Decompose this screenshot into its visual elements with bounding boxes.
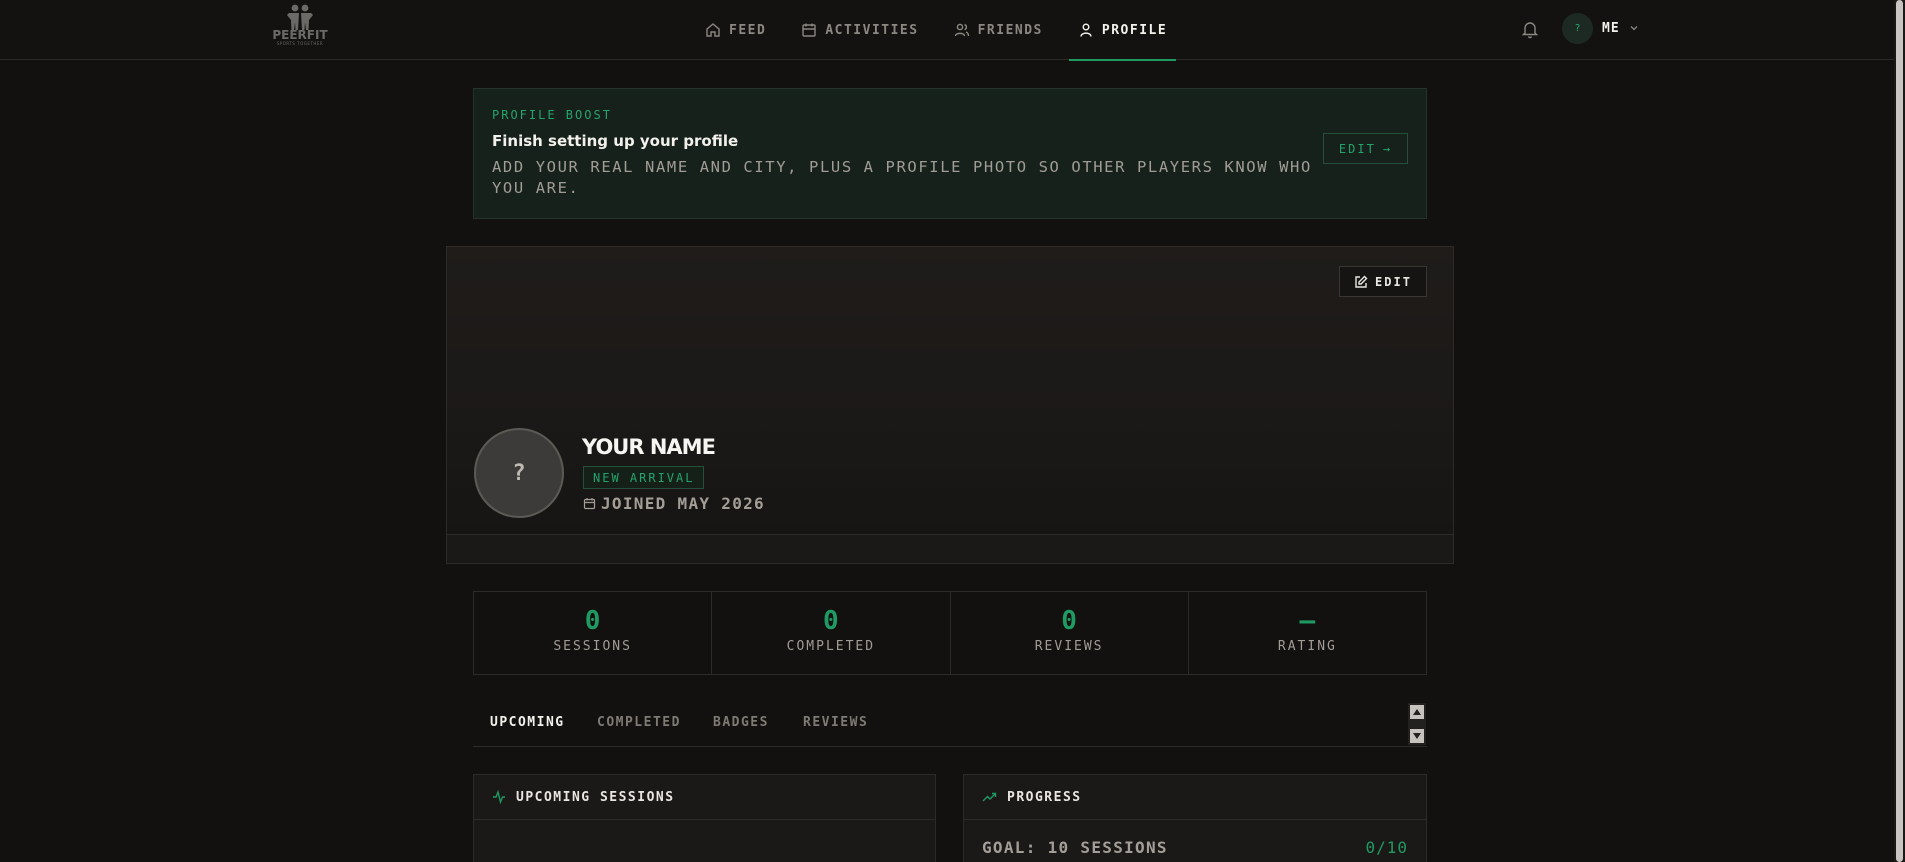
stat-sessions: 0 SESSIONS bbox=[474, 592, 713, 674]
notifications-bell-icon[interactable] bbox=[1519, 18, 1541, 40]
profile-avatar[interactable]: ? bbox=[474, 428, 564, 518]
triangle-up-icon bbox=[1413, 709, 1421, 715]
joined-date: JOINED MAY 2026 bbox=[583, 494, 765, 513]
tab-badges[interactable]: BADGES bbox=[713, 715, 769, 730]
stat-value: 0 bbox=[584, 606, 601, 636]
edit-profile-button[interactable]: EDIT bbox=[1339, 266, 1427, 297]
stat-value: 0 bbox=[1061, 606, 1077, 636]
logo-tagline: SPORTS TOGETHER bbox=[276, 41, 324, 46]
tab-completed[interactable]: COMPLETED bbox=[597, 715, 681, 730]
nav-item-profile[interactable]: PROFILE bbox=[1068, 0, 1177, 61]
page-scrollbar[interactable] bbox=[1894, 0, 1905, 862]
nav-label: FEED bbox=[729, 22, 767, 38]
trending-up-icon bbox=[982, 792, 997, 802]
stat-value: 0 bbox=[823, 606, 839, 636]
logo-wordmark: PEERFIT bbox=[272, 28, 328, 42]
joined-label: JOINED MAY 2026 bbox=[601, 494, 765, 513]
progress-panel: PROGRESS GOAL: 10 SESSIONS 0/10 bbox=[963, 774, 1427, 862]
status-badge: NEW ARRIVAL bbox=[583, 466, 705, 489]
top-navigation-bar: PEERFIT SPORTS TOGETHER FEED ACTIVITIES … bbox=[0, 0, 1905, 61]
main-nav: FEED ACTIVITIES FRIENDS PROFILE bbox=[696, 0, 1193, 61]
panel-header: UPCOMING SESSIONS bbox=[474, 775, 935, 820]
nav-label: ACTIVITIES bbox=[825, 22, 919, 38]
profile-card-footer bbox=[447, 534, 1453, 563]
tab-reviews[interactable]: REVIEWS bbox=[803, 715, 868, 730]
boost-edit-label: EDIT bbox=[1338, 141, 1376, 156]
triangle-down-icon bbox=[1413, 733, 1421, 739]
stat-reviews: 0 REVIEWS bbox=[951, 592, 1189, 674]
panel-title: PROGRESS bbox=[1007, 789, 1082, 805]
tabs-scroll-control bbox=[1408, 703, 1426, 745]
calendar-icon bbox=[583, 498, 596, 510]
upcoming-sessions-panel: UPCOMING SESSIONS bbox=[473, 774, 936, 862]
user-menu[interactable]: ? ME bbox=[1562, 12, 1639, 44]
peerfit-logo[interactable]: PEERFIT SPORTS TOGETHER bbox=[270, 3, 330, 51]
profile-boost-banner: PROFILE BOOST Finish setting up your pro… bbox=[473, 88, 1427, 219]
tab-upcoming[interactable]: UPCOMING bbox=[490, 715, 565, 730]
stat-label: SESSIONS bbox=[553, 639, 632, 654]
nav-item-friends[interactable]: FRIENDS bbox=[945, 0, 1052, 60]
nav-item-activities[interactable]: ACTIVITIES bbox=[792, 0, 927, 60]
edit-icon bbox=[1355, 275, 1368, 288]
stat-label: COMPLETED bbox=[786, 639, 876, 654]
stat-rating: — RATING bbox=[1189, 592, 1426, 674]
arrow-right-icon: → bbox=[1382, 141, 1393, 156]
boost-title: Finish setting up your profile bbox=[492, 132, 739, 150]
home-icon bbox=[706, 23, 720, 37]
stat-label: RATING bbox=[1277, 639, 1337, 654]
user-icon bbox=[1080, 23, 1092, 37]
nav-item-feed[interactable]: FEED bbox=[696, 0, 775, 60]
scroll-down-button[interactable] bbox=[1410, 729, 1424, 743]
goal-count: 0/10 bbox=[1365, 838, 1408, 857]
scrollbar-thumb[interactable] bbox=[1896, 0, 1903, 862]
chevron-down-icon bbox=[1630, 26, 1638, 31]
logo-figures-icon bbox=[287, 4, 313, 30]
stat-label: REVIEWS bbox=[1034, 639, 1104, 654]
profile-tabs: UPCOMING COMPLETED BADGES REVIEWS bbox=[473, 702, 1427, 747]
nav-label: PROFILE bbox=[1101, 22, 1168, 38]
stat-value: — bbox=[1299, 606, 1316, 636]
user-menu-label: ME bbox=[1602, 20, 1620, 36]
edit-profile-label: EDIT bbox=[1375, 274, 1412, 289]
nav-label: FRIENDS bbox=[977, 22, 1043, 38]
user-avatar: ? bbox=[1562, 12, 1593, 44]
stats-row: 0 SESSIONS 0 COMPLETED 0 REVIEWS — RATIN… bbox=[473, 591, 1427, 675]
panel-header: PROGRESS bbox=[964, 775, 1426, 820]
calendar-icon bbox=[802, 23, 817, 37]
profile-name: YOUR NAME bbox=[582, 435, 716, 459]
panel-title: UPCOMING SESSIONS bbox=[516, 789, 675, 805]
boost-edit-button[interactable]: EDIT → bbox=[1323, 133, 1408, 164]
profile-card: EDIT ? YOUR NAME NEW ARRIVAL JOINED MAY … bbox=[446, 246, 1454, 564]
scroll-up-button[interactable] bbox=[1410, 705, 1424, 719]
stat-completed: 0 COMPLETED bbox=[712, 592, 951, 674]
activity-pulse-icon bbox=[493, 790, 505, 804]
goal-label: GOAL: 10 SESSIONS bbox=[982, 838, 1168, 857]
boost-eyebrow: PROFILE BOOST bbox=[492, 108, 612, 122]
users-icon bbox=[954, 23, 969, 37]
boost-description: Add your real name and city, plus a prof… bbox=[492, 158, 1312, 197]
